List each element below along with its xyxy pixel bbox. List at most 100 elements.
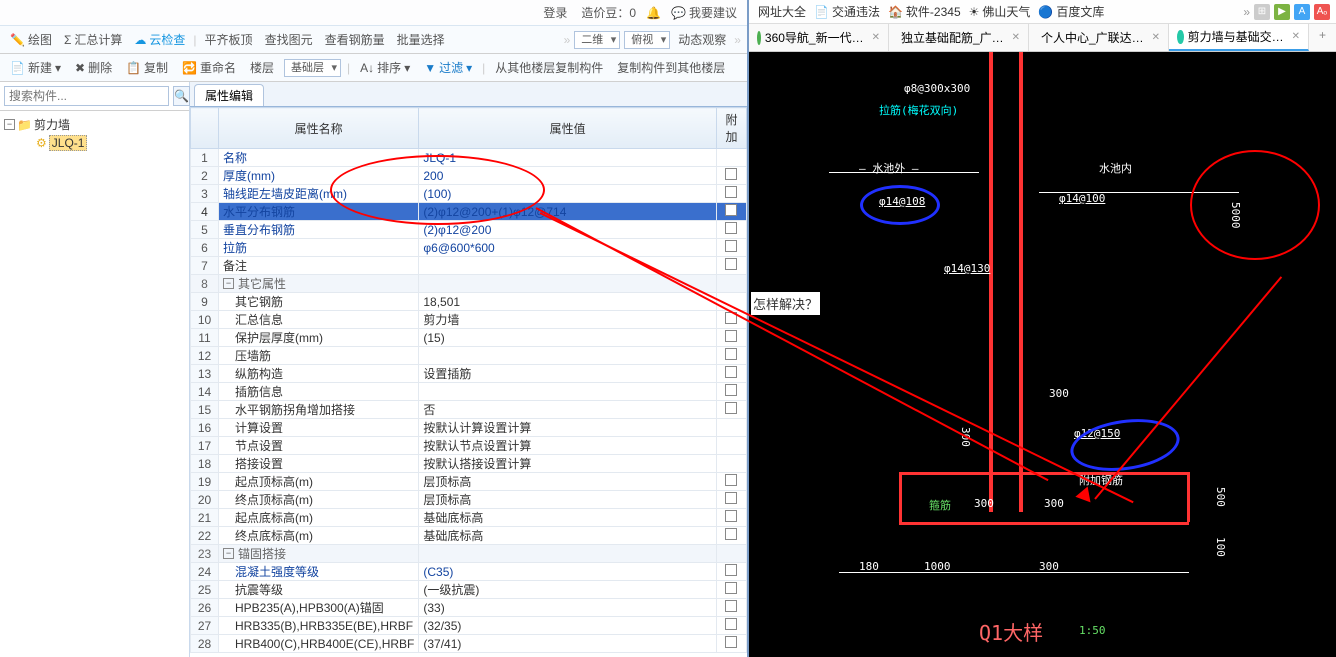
prop-value[interactable]: (2)φ12@200+(1)φ12@714 <box>419 203 717 221</box>
motion-view-button[interactable]: 动态观察 <box>674 29 730 50</box>
property-row[interactable]: 6拉筋φ6@600*600 <box>191 239 747 257</box>
prop-extra[interactable] <box>716 599 746 617</box>
checkbox-icon[interactable] <box>725 366 737 378</box>
prop-extra[interactable] <box>716 509 746 527</box>
prop-extra[interactable] <box>716 347 746 365</box>
property-row[interactable]: 8−其它属性 <box>191 275 747 293</box>
checkbox-icon[interactable] <box>725 168 737 180</box>
property-row[interactable]: 5垂直分布钢筋(2)φ12@200 <box>191 221 747 239</box>
property-row[interactable]: 17节点设置按默认节点设置计算 <box>191 437 747 455</box>
property-row[interactable]: 23−锚固搭接 <box>191 545 747 563</box>
checkbox-icon[interactable] <box>725 636 737 648</box>
prop-value[interactable]: (2)φ12@200 <box>419 221 717 239</box>
prop-extra[interactable] <box>716 617 746 635</box>
prop-extra[interactable] <box>716 419 746 437</box>
cloud-check-button[interactable]: ☁ 云检查 <box>130 29 189 50</box>
checkbox-icon[interactable] <box>725 204 737 216</box>
batch-select-button[interactable]: 批量选择 <box>393 29 449 50</box>
browser-tab[interactable]: 独立基础配筋_广…✕ <box>889 24 1029 51</box>
bell-icon[interactable]: 🔔 <box>646 6 661 20</box>
checkbox-icon[interactable] <box>725 492 737 504</box>
property-row[interactable]: 26HPB235(A),HPB300(A)锚固(33) <box>191 599 747 617</box>
rename-button[interactable]: 🔁 重命名 <box>178 57 240 78</box>
prop-extra[interactable] <box>716 581 746 599</box>
new-tab-button[interactable]: + <box>1309 24 1336 51</box>
prop-value[interactable]: (15) <box>419 329 717 347</box>
floor-dropdown[interactable]: 基础层 <box>284 59 341 77</box>
prop-extra[interactable] <box>716 635 746 653</box>
checkbox-icon[interactable] <box>725 330 737 342</box>
prop-value[interactable]: φ6@600*600 <box>419 239 717 257</box>
find-elem-button[interactable]: 查找图元 <box>261 29 317 50</box>
grid-icon[interactable]: ⊞ <box>1254 4 1270 20</box>
copy-to-other-button[interactable]: 复制构件到其他楼层 <box>613 57 729 78</box>
view-rebar-button[interactable]: 查看钢筋量 <box>321 29 389 50</box>
prop-extra[interactable] <box>716 473 746 491</box>
prop-value[interactable] <box>419 275 717 293</box>
property-row[interactable]: 4水平分布钢筋(2)φ12@200+(1)φ12@714 <box>191 203 747 221</box>
sort-button[interactable]: A↓ 排序 ▾ <box>356 57 414 78</box>
collapse-icon[interactable]: − <box>4 119 15 130</box>
traffic-link[interactable]: 📄交通违法 <box>814 3 880 20</box>
copy-from-other-button[interactable]: 从其他楼层复制构件 <box>491 57 607 78</box>
property-row[interactable]: 27HRB335(B),HRB335E(BE),HRBF(32/35) <box>191 617 747 635</box>
property-edit-tab[interactable]: 属性编辑 <box>194 84 264 106</box>
property-row[interactable]: 21起点底标高(m)基础底标高 <box>191 509 747 527</box>
view-2d-dropdown[interactable]: 二维 <box>574 31 620 49</box>
tab-close-icon[interactable]: ✕ <box>1012 32 1020 43</box>
a-icon[interactable]: A <box>1294 4 1310 20</box>
prop-extra[interactable] <box>716 221 746 239</box>
delete-button[interactable]: ✖ 删除 <box>71 57 116 78</box>
prop-value[interactable]: 层顶标高 <box>419 473 717 491</box>
property-row[interactable]: 22终点底标高(m)基础底标高 <box>191 527 747 545</box>
align-top-button[interactable]: 平齐板顶 <box>201 29 257 50</box>
tree-root-shearwall[interactable]: − 📁 剪力墙 <box>2 115 187 134</box>
property-row[interactable]: 12压墙筋 <box>191 347 747 365</box>
prop-extra[interactable] <box>716 167 746 185</box>
prop-value[interactable]: 层顶标高 <box>419 491 717 509</box>
prop-extra[interactable] <box>716 149 746 167</box>
prop-extra[interactable] <box>716 401 746 419</box>
weather-link[interactable]: ☀佛山天气 <box>969 3 1031 20</box>
prop-value[interactable]: 基础底标高 <box>419 509 717 527</box>
browser-tab[interactable]: 剪力墙与基础交…✕ <box>1169 24 1309 51</box>
web-all-link[interactable]: 网址大全 <box>755 3 806 20</box>
property-row[interactable]: 24混凝土强度等级(C35) <box>191 563 747 581</box>
prop-extra[interactable] <box>716 527 746 545</box>
checkbox-icon[interactable] <box>725 600 737 612</box>
prop-value[interactable] <box>419 257 717 275</box>
checkbox-icon[interactable] <box>725 348 737 360</box>
copy-button[interactable]: 📋 复制 <box>122 57 172 78</box>
new-button[interactable]: 📄 新建 ▾ <box>6 57 65 78</box>
checkbox-icon[interactable] <box>725 186 737 198</box>
browser-tab[interactable]: 360导航_新一代…✕ <box>749 24 889 51</box>
browser-tab[interactable]: 个人中心_广联达…✕ <box>1029 24 1169 51</box>
property-row[interactable]: 11保护层厚度(mm)(15) <box>191 329 747 347</box>
prop-value[interactable]: (C35) <box>419 563 717 581</box>
property-row[interactable]: 2厚度(mm)200 <box>191 167 747 185</box>
prop-extra[interactable] <box>716 491 746 509</box>
prop-extra[interactable] <box>716 311 746 329</box>
prop-extra[interactable] <box>716 239 746 257</box>
prop-extra[interactable] <box>716 437 746 455</box>
group-toggle-icon[interactable]: − <box>223 548 234 559</box>
prop-value[interactable]: (33) <box>419 599 717 617</box>
checkbox-icon[interactable] <box>725 564 737 576</box>
property-row[interactable]: 25抗震等级(一级抗震) <box>191 581 747 599</box>
login-link[interactable]: 登录 <box>539 2 571 23</box>
prop-value[interactable]: 按默认计算设置计算 <box>419 419 717 437</box>
cad-viewport[interactable]: 怎样解决？ φ8@300x300 拉筋(梅花双向) — 水池外 — 水池内 φ1… <box>749 52 1336 657</box>
checkbox-icon[interactable] <box>725 258 737 270</box>
prop-extra[interactable] <box>716 203 746 221</box>
property-row[interactable]: 28HRB400(C),HRB400E(CE),HRBF(37/41) <box>191 635 747 653</box>
prop-value[interactable]: 设置插筋 <box>419 365 717 383</box>
prop-extra[interactable] <box>716 365 746 383</box>
prop-value[interactable]: 按默认节点设置计算 <box>419 437 717 455</box>
prop-value[interactable]: 按默认搭接设置计算 <box>419 455 717 473</box>
property-row[interactable]: 15水平钢筋拐角增加搭接否 <box>191 401 747 419</box>
checkbox-icon[interactable] <box>725 312 737 324</box>
checkbox-icon[interactable] <box>725 240 737 252</box>
baidu-wenku-link[interactable]: 🔵百度文库 <box>1038 3 1104 20</box>
prop-extra[interactable] <box>716 455 746 473</box>
play-icon[interactable]: ▶ <box>1274 4 1290 20</box>
